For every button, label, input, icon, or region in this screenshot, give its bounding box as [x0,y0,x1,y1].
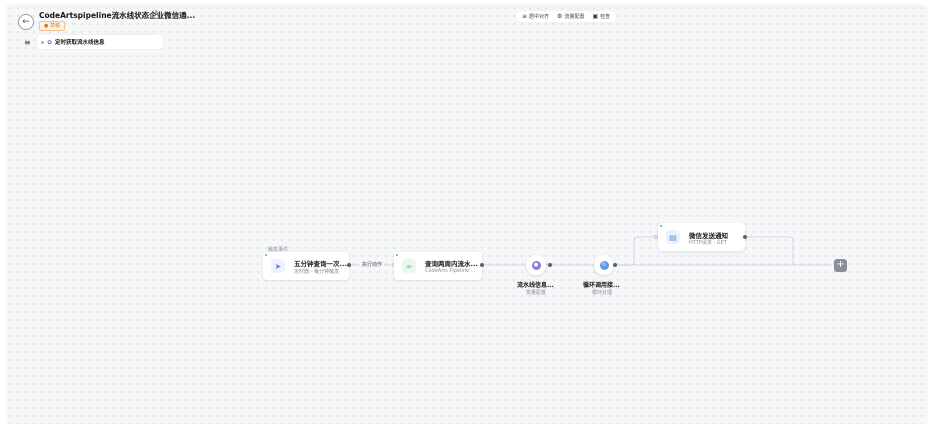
align-center-button[interactable]: ≡ 居中对齐 [522,13,549,20]
pipeline-node-title: 查询两周内流水... [425,260,478,268]
trigger-selector[interactable]: ✿ 定时获取流水线信息 [37,35,163,49]
timer-node-subtitle: 定时器 - 每分钟触发 [294,269,339,275]
align-center-icon: ≡ [522,13,528,20]
timer-icon: ➤ [271,259,285,273]
pipeline-icon: ∞ [402,259,416,273]
flow-connections [349,236,832,266]
check-label: 检查 [600,14,611,20]
edge-label: 执行动作 [360,261,385,268]
pipeline-node-subtitle: CodeArts Pipeline ... [425,268,476,274]
arrow-left-icon: ← [22,17,30,27]
output-port[interactable] [548,263,552,267]
pencil-icon[interactable]: ✎ [154,9,161,18]
list-toggle-icon[interactable]: ≡ [24,38,31,47]
pipeline-node[interactable]: ∞ 查询两周内流水... CodeArts Pipeline ... [394,252,482,280]
timer-node[interactable]: ➤ 五分钟查询一次... 定时器 - 每分钟触发 [263,252,349,280]
gear-icon: ⚙ [557,13,563,20]
workflow-title: CodeArtspipeline流水线状态企业微信通... [39,11,196,20]
variable-node-title: 流水线信息... [517,282,554,289]
loop-icon: ↻ [599,260,609,270]
variable-node[interactable]: ● [526,255,546,275]
loop-node-title: 循环调用接... [583,282,620,289]
status-dot [41,40,44,44]
status-indicator [660,225,662,227]
status-badge: ● 草稿 [39,21,65,31]
http-icon: ▤ [666,230,680,244]
check-button[interactable]: ▣ 检查 [592,13,610,20]
trigger-label: 定时获取流水线信息 [55,40,105,46]
variable-icon: ● [531,260,541,270]
output-port[interactable] [347,263,351,267]
back-button[interactable]: ← [18,14,34,30]
output-port[interactable] [613,263,617,267]
align-center-label: 居中对齐 [529,14,550,20]
add-node-button[interactable]: + [834,259,847,272]
loop-node[interactable]: ↻ [594,255,614,275]
http-node-subtitle: HTTP请求 - GET [689,240,727,246]
output-port[interactable] [743,235,747,239]
workflow-canvas[interactable]: ← CodeArtspipeline流水线状态企业微信通... ✎ ● 草稿 ≡… [6,4,928,424]
variable-node-subtitle: 变量配置 [526,290,547,296]
check-doc-icon: ▣ [592,13,599,20]
http-node[interactable]: ▤ 微信发送通知 HTTP请求 - GET [658,223,745,251]
canvas-toolbar: ≡ 居中对齐 ⚙ 流量配置 ▣ 检查 [516,11,617,22]
status-indicator [396,254,398,256]
output-port[interactable] [480,263,484,267]
loop-node-subtitle: 循环处理 [592,290,613,296]
flow-config-label: 流量配置 [564,14,585,20]
timer-node-title: 五分钟查询一次... [294,260,347,268]
status-indicator [265,254,267,256]
trigger-icon: ✿ [47,38,53,46]
flow-config-button[interactable]: ⚙ 流量配置 [557,13,584,20]
